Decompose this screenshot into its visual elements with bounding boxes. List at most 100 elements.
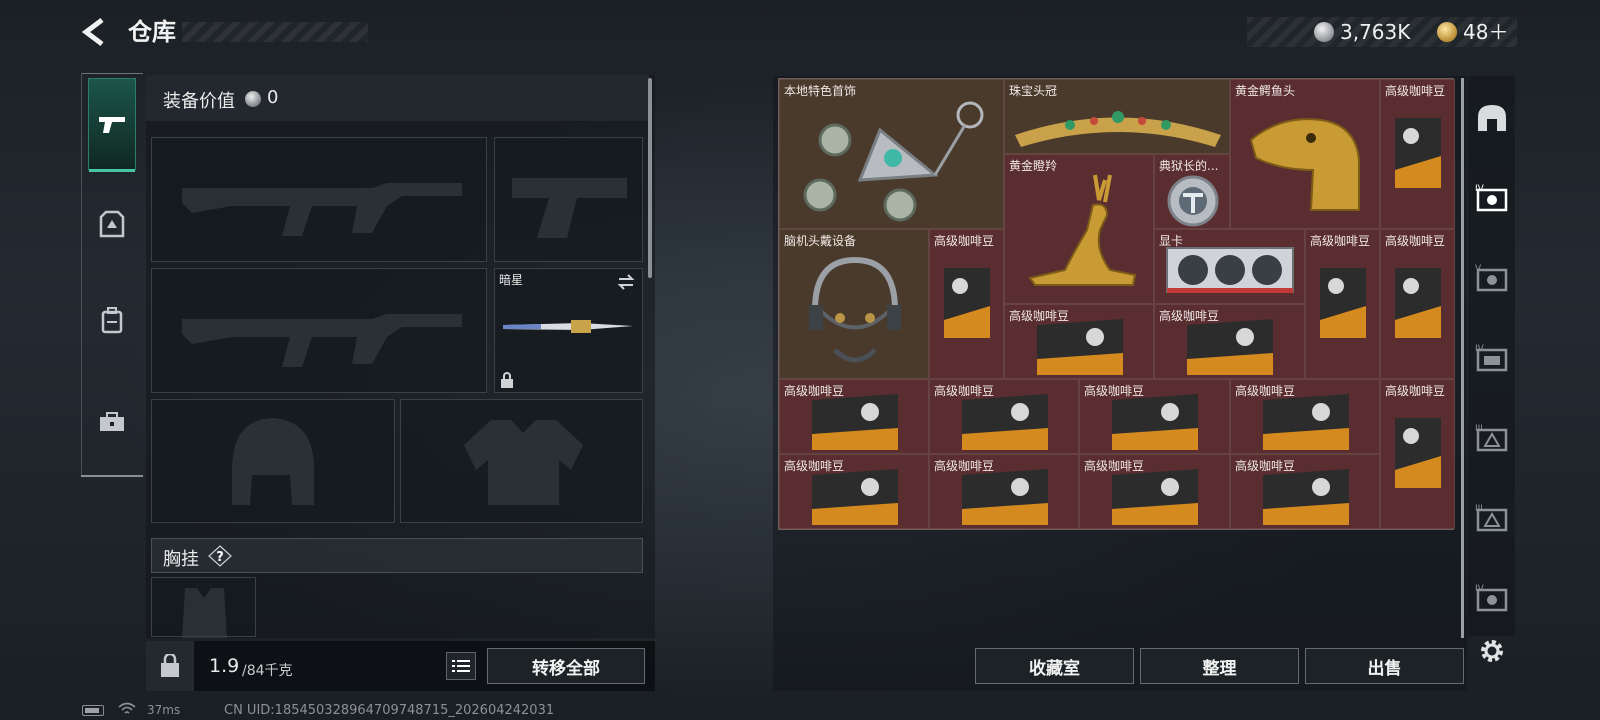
filter-tier-iii[interactable]: III	[1471, 418, 1513, 458]
stash-item-coffee[interactable]: 高级咖啡豆	[929, 379, 1079, 454]
stash-item-ornament[interactable]: 本地特色首饰	[779, 79, 1004, 229]
svg-text:IV: IV	[1475, 584, 1485, 594]
nav-backpack[interactable]	[88, 274, 136, 366]
coffee-bag-image	[944, 268, 990, 338]
chest-rig-placeholder-icon	[182, 588, 227, 638]
stash-item-warden[interactable]: 典狱长的...	[1154, 154, 1230, 229]
filter-tier-ii[interactable]: III	[1471, 498, 1513, 538]
filter-tier-iv-icon: IV	[1475, 584, 1508, 612]
list-view-button[interactable]	[446, 652, 476, 680]
item-name: 高级咖啡豆	[1385, 234, 1446, 248]
wifi-icon	[118, 702, 136, 714]
stash-item-coffee[interactable]: 高级咖啡豆	[1004, 304, 1154, 379]
stash-item-gold-croc[interactable]: 黄金鳄鱼头	[1230, 79, 1380, 229]
gold-coin-icon	[1437, 22, 1457, 42]
stash-item-coffee[interactable]: 高级咖啡豆	[1230, 379, 1380, 454]
help-icon[interactable]: ?	[208, 545, 232, 567]
chest-rig-slot[interactable]	[151, 577, 256, 638]
capacity-lock-icon	[146, 641, 194, 691]
coffee-bag-image	[1112, 469, 1198, 525]
stash-item-coffee[interactable]: 高级咖啡豆	[1380, 379, 1455, 529]
equipment-value: 0	[267, 87, 279, 108]
toolbox-icon	[100, 412, 124, 431]
coffee-bag-image	[812, 469, 898, 525]
stash-item-coffee[interactable]: 高级咖啡豆	[1380, 79, 1455, 229]
secondary-weapon-slot[interactable]	[151, 268, 487, 393]
filter-tier-iv-icon: IV	[1475, 184, 1508, 212]
primary-weapon-slot[interactable]	[151, 137, 487, 262]
nav-armor[interactable]	[88, 178, 136, 270]
body-armor-slot[interactable]	[400, 399, 643, 523]
rifle-placeholder-icon	[182, 314, 462, 367]
coffee-bag-image	[1263, 469, 1349, 525]
stash-item-coffee[interactable]: 高级咖啡豆	[1230, 454, 1380, 529]
stash-item-coffee[interactable]: 高级咖啡豆	[1154, 304, 1305, 379]
user-uid: CN UID:18545032896470974​8715_2026042420…	[224, 703, 555, 718]
stash-grid: 本地特色首饰 珠宝头冠 黄金鳄鱼头 高级咖啡豆 黄金瞪羚 典狱长的... 脑机头…	[778, 78, 1455, 530]
stash-item-coffee[interactable]: 高级咖啡豆	[929, 229, 1004, 379]
stash-item-coffee[interactable]: 高级咖啡豆	[779, 379, 929, 454]
back-icon[interactable]	[80, 16, 110, 48]
filter-helmet[interactable]	[1471, 98, 1513, 138]
pistol-icon	[99, 117, 125, 133]
armor-placeholder-icon	[464, 420, 583, 505]
filter-tier-iv-folder[interactable]: IV	[1471, 338, 1513, 378]
gold-croc-head-image	[1249, 118, 1360, 211]
coffee-bag-image	[812, 394, 898, 450]
sort-button[interactable]: 整理	[1140, 648, 1299, 684]
svg-text:?: ?	[216, 550, 224, 565]
item-name: 高级咖啡豆	[1385, 384, 1446, 398]
rifle-placeholder-icon	[182, 183, 462, 236]
filter-tier-v[interactable]: V	[1471, 258, 1513, 298]
coffee-bag-image	[1395, 418, 1441, 488]
collection-room-button[interactable]: 收藏室	[975, 648, 1134, 684]
coffee-bag-image	[1395, 118, 1441, 188]
stash-item-coffee[interactable]: 高级咖啡豆	[1079, 454, 1230, 529]
sidearm-slot[interactable]	[494, 137, 643, 262]
helmet-placeholder-icon	[232, 418, 314, 505]
nav-weapons[interactable]	[88, 78, 136, 172]
gear-icon[interactable]	[1478, 637, 1506, 665]
stash-item-gold-antelope[interactable]: 黄金瞪羚	[1004, 154, 1154, 304]
svg-text:III: III	[1475, 424, 1483, 434]
swap-icon[interactable]	[616, 272, 636, 292]
melee-name: 暗星	[499, 273, 524, 287]
coffee-bag-image	[1112, 394, 1198, 450]
warden-badge-image	[1167, 175, 1219, 227]
helmet-slot[interactable]	[151, 399, 395, 523]
ping: 37ms	[147, 703, 181, 717]
stash-item-crown[interactable]: 珠宝头冠	[1004, 79, 1230, 154]
battery-icon	[82, 705, 104, 716]
ornament-image	[803, 101, 984, 222]
loadout-scrollbar[interactable]	[648, 78, 652, 278]
gold-balance[interactable]: 48＋	[1463, 17, 1508, 47]
item-name: 高级咖啡豆	[1310, 234, 1371, 248]
equipment-value-label: 装备价值	[163, 91, 235, 112]
stash-item-coffee[interactable]: 高级咖啡豆	[929, 454, 1079, 529]
stash-item-coffee[interactable]: 高级咖啡豆	[1079, 379, 1230, 454]
coffee-bag-image	[1320, 268, 1366, 338]
stash-item-coffee[interactable]: 高级咖啡豆	[1305, 229, 1380, 379]
stash-item-gpu[interactable]: 显卡	[1154, 229, 1305, 304]
filter-tier-iii-icon: III	[1475, 424, 1508, 452]
filter-tier-iv-icon: IV	[1475, 344, 1508, 372]
chest-rig-label: 胸挂	[163, 549, 199, 570]
pistol-placeholder-icon	[512, 178, 627, 238]
backpack-icon	[101, 307, 123, 334]
transfer-all-button[interactable]: 转移全部	[487, 648, 645, 684]
nav-tools[interactable]	[88, 376, 136, 468]
filter-tier-iv-selected[interactable]: IV	[1471, 178, 1513, 218]
weight-max: /84千克	[242, 663, 293, 679]
item-name: 典狱长的...	[1159, 159, 1219, 173]
filter-tier-iv-last[interactable]: IV	[1471, 578, 1513, 618]
stash-item-headset[interactable]: 脑机头戴设备	[779, 229, 929, 379]
stash-item-coffee[interactable]: 高级咖啡豆	[1380, 229, 1455, 379]
svg-text:IV: IV	[1475, 184, 1485, 194]
title-stripe	[182, 22, 368, 42]
stash-scrollbar[interactable]	[1461, 78, 1464, 638]
coffee-bag-image	[1395, 268, 1441, 338]
list-icon	[452, 660, 470, 672]
stash-item-coffee[interactable]: 高级咖啡豆	[779, 454, 929, 529]
nav-divider	[81, 475, 143, 477]
sell-button[interactable]: 出售	[1305, 648, 1464, 684]
